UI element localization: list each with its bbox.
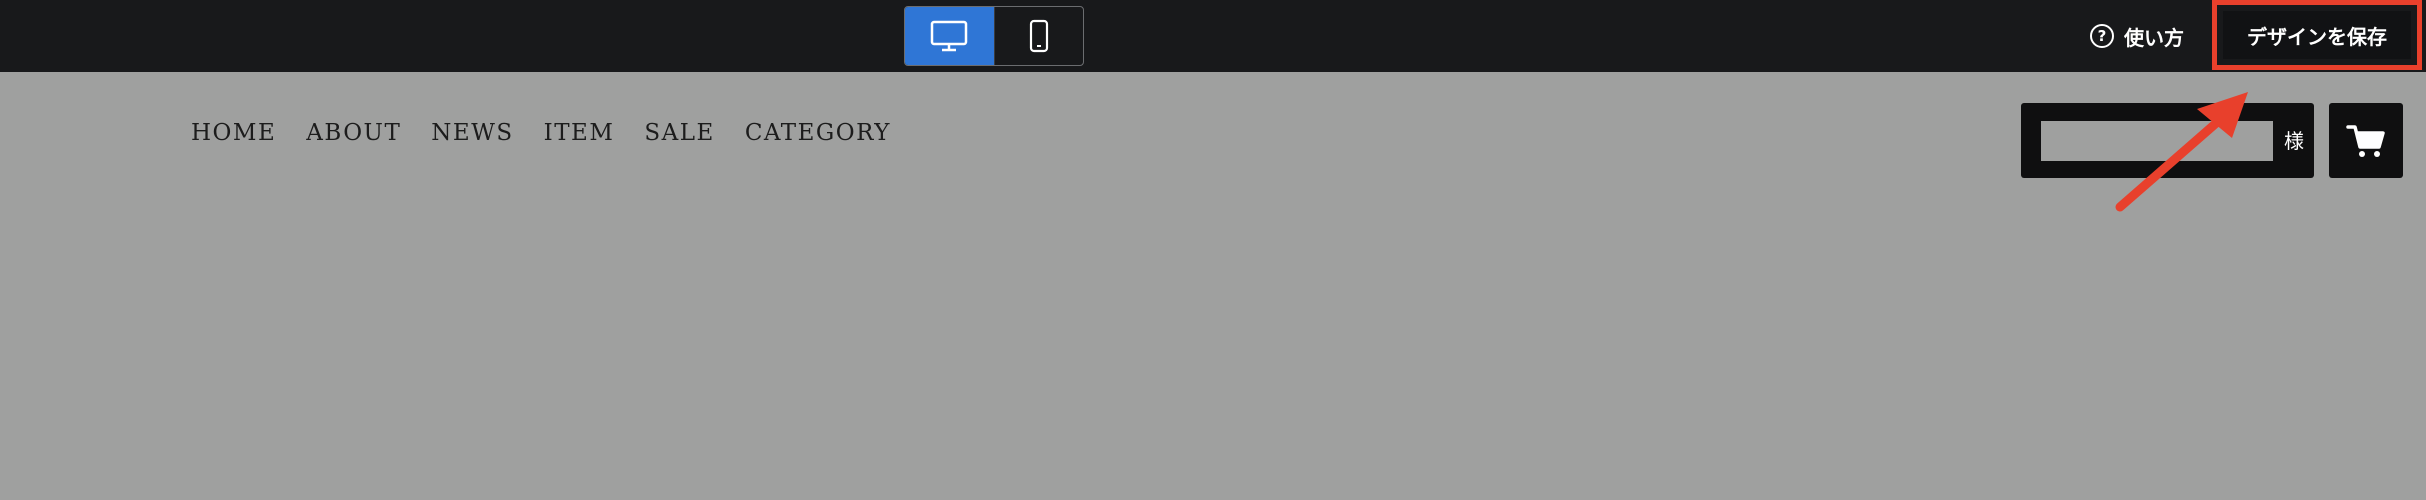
- desktop-view-button[interactable]: [905, 7, 994, 65]
- help-label: 使い方: [2124, 25, 2184, 50]
- cart-button[interactable]: [2329, 103, 2403, 178]
- member-name-placeholder: [2041, 121, 2273, 161]
- device-view-toggle: [904, 6, 1084, 66]
- editor-toolbar: ? 使い方 デザインを保存: [0, 0, 2426, 72]
- question-icon: ?: [2090, 24, 2114, 48]
- store-nav: HOME ABOUT NEWS ITEM SALE CATEGORY: [191, 120, 891, 146]
- save-highlight-box: デザインを保存: [2212, 0, 2422, 70]
- nav-home[interactable]: HOME: [191, 120, 276, 146]
- nav-news[interactable]: NEWS: [431, 120, 513, 146]
- nav-sale[interactable]: SALE: [644, 120, 714, 146]
- help-link[interactable]: ? 使い方: [2090, 18, 2184, 54]
- member-honorific: 様: [2284, 129, 2304, 153]
- mobile-view-button[interactable]: [993, 7, 1084, 65]
- mobile-icon: [1029, 19, 1048, 53]
- nav-category[interactable]: CATEGORY: [745, 120, 891, 146]
- save-design-button[interactable]: デザインを保存: [2223, 11, 2411, 59]
- member-greeting-box: 様: [2021, 103, 2314, 178]
- nav-about[interactable]: ABOUT: [306, 120, 401, 146]
- annotation-arrow: [2115, 92, 2248, 212]
- cart-icon: [2346, 124, 2385, 157]
- desktop-icon: [931, 20, 968, 52]
- nav-item[interactable]: ITEM: [544, 120, 615, 146]
